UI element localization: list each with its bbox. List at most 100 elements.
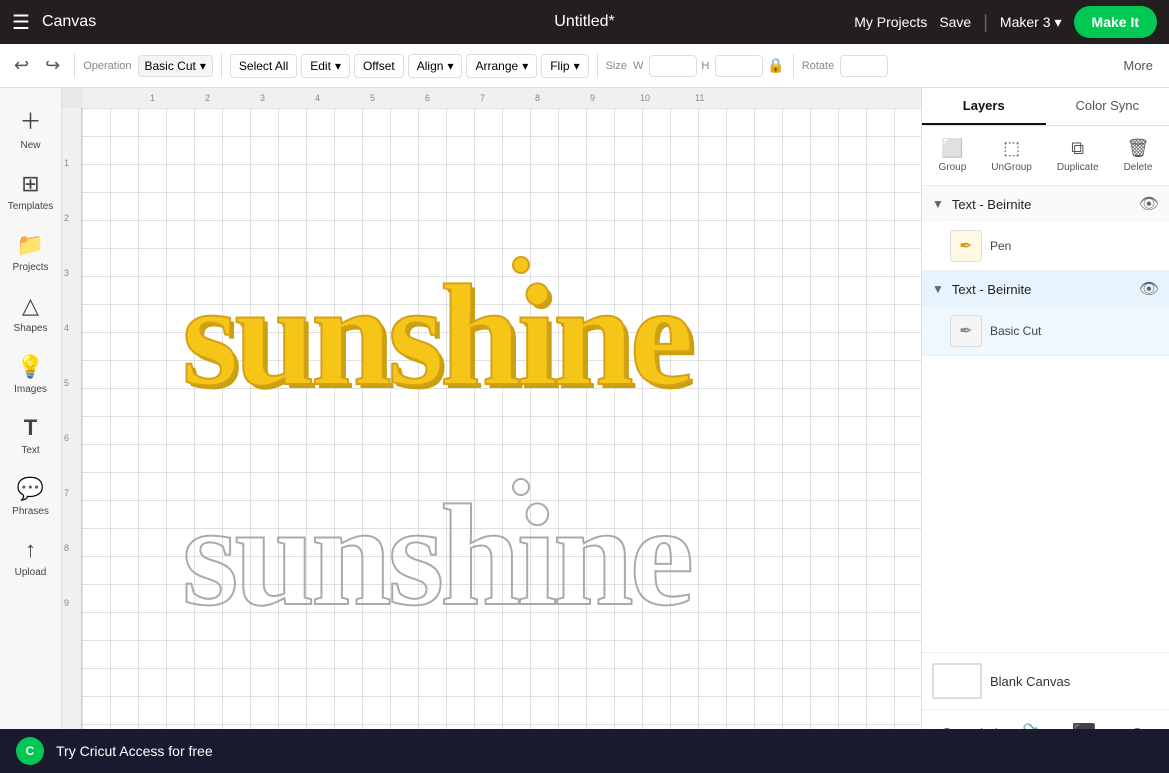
app-title: Canvas [42, 13, 96, 31]
operation-select[interactable]: Basic Cut ▾ [138, 55, 213, 77]
ruler-left-num-9: 9 [64, 598, 69, 608]
canvas-area[interactable]: 1 2 3 4 5 6 7 8 9 10 11 1 2 3 4 5 6 7 8 … [62, 88, 921, 773]
blank-canvas-thumb [932, 663, 982, 699]
arrange-button[interactable]: Arrange ▾ [466, 54, 537, 78]
select-all-label: Select All [239, 59, 288, 73]
top-bar: ☰ Canvas Untitled* My Projects Save | Ma… [0, 0, 1169, 44]
sidebar-item-images[interactable]: 💡 Images [3, 346, 59, 403]
sidebar-item-new[interactable]: ＋ New [3, 96, 59, 159]
lock-icon[interactable]: 🔒 [767, 57, 784, 74]
flip-chevron-icon: ▾ [574, 59, 580, 73]
sunshine-yellow-dot [512, 256, 530, 274]
more-button[interactable]: More [1115, 54, 1161, 77]
group-button[interactable]: ⬜ Group [931, 134, 975, 177]
machine-selector[interactable]: Maker 3 ▾ [1000, 14, 1062, 31]
layer-item-pen[interactable]: ✒ Pen [922, 222, 1169, 270]
sidebar-item-templates-label: Templates [8, 201, 54, 212]
layer-group-1-title: Text - Beirnite [952, 197, 1131, 212]
ruler-top: 1 2 3 4 5 6 7 8 9 10 11 [82, 88, 921, 108]
ruler-left-num-1: 1 [64, 158, 69, 168]
toolbar-divider-2 [221, 54, 222, 78]
layer-group-2-header[interactable]: ▼ Text - Beirnite 👁 [922, 271, 1169, 307]
main-layout: ＋ New ⊞ Templates 📁 Projects △ Shapes 💡 … [0, 88, 1169, 773]
operation-label: Operation [83, 60, 131, 72]
shapes-icon: △ [22, 293, 39, 319]
height-label: H [701, 60, 709, 72]
offset-label: Offset [363, 59, 395, 73]
ruler-left-num-4: 4 [64, 323, 69, 333]
make-it-button[interactable]: Make It [1074, 6, 1157, 38]
undo-button[interactable]: ↩ [8, 51, 35, 80]
save-link[interactable]: Save [939, 14, 971, 30]
right-panel: Layers Color Sync ⬜ Group ⬚ UnGroup ⧉ Du… [921, 88, 1169, 773]
cricut-banner[interactable]: C Try Cricut Access for free [0, 729, 1169, 773]
sidebar-item-projects[interactable]: 📁 Projects [3, 224, 59, 281]
redo-button[interactable]: ↪ [39, 51, 66, 80]
text-icon: T [24, 415, 37, 441]
top-bar-right: My Projects Save | Maker 3 ▾ Make It [854, 6, 1157, 38]
layer-group-2: ▼ Text - Beirnite 👁 ✒ Basic Cut [922, 271, 1169, 356]
phrases-icon: 💬 [17, 476, 44, 502]
ruler-num-1: 1 [150, 93, 155, 103]
templates-icon: ⊞ [21, 171, 39, 197]
width-label: W [633, 60, 643, 72]
sidebar-item-text[interactable]: T Text [3, 407, 59, 464]
duplicate-label: Duplicate [1057, 162, 1099, 173]
width-input[interactable] [649, 55, 697, 77]
offset-button[interactable]: Offset [354, 54, 404, 78]
align-label: Align [417, 59, 444, 73]
operation-chevron-icon: ▾ [200, 59, 206, 73]
ruler-left-num-2: 2 [64, 213, 69, 223]
ruler-num-10: 10 [640, 93, 650, 103]
panel-tabs: Layers Color Sync [922, 88, 1169, 126]
delete-button[interactable]: 🗑 Delete [1116, 134, 1161, 177]
sunshine-outline-dot [512, 478, 530, 496]
tab-layers[interactable]: Layers [922, 88, 1046, 125]
sidebar-item-templates[interactable]: ⊞ Templates [3, 163, 59, 220]
ruler-num-11: 11 [695, 93, 704, 103]
layer-group-1: ▼ Text - Beirnite 👁 ✒ Pen [922, 186, 1169, 271]
edit-button[interactable]: Edit ▾ [301, 54, 350, 78]
ruler-left: 1 2 3 4 5 6 7 8 9 [62, 108, 82, 773]
delete-label: Delete [1124, 162, 1153, 173]
blank-canvas-label: Blank Canvas [990, 674, 1070, 689]
tab-color-sync[interactable]: Color Sync [1046, 88, 1169, 125]
layers-content: ▼ Text - Beirnite 👁 ✒ Pen ▼ Text - Beirn… [922, 186, 1169, 652]
edit-chevron-icon: ▾ [335, 59, 341, 73]
select-all-button[interactable]: Select All [230, 54, 297, 78]
toolbar-divider-4 [793, 54, 794, 78]
ungroup-button[interactable]: ⬚ UnGroup [983, 134, 1040, 177]
sidebar-item-upload[interactable]: ↑ Upload [3, 529, 59, 586]
ruler-left-num-5: 5 [64, 378, 69, 388]
layer-group-1-header[interactable]: ▼ Text - Beirnite 👁 [922, 186, 1169, 222]
rotate-input[interactable] [840, 55, 888, 77]
layer-item-basic-cut[interactable]: ✒ Basic Cut [922, 307, 1169, 355]
duplicate-icon: ⧉ [1071, 138, 1084, 159]
document-title[interactable]: Untitled* [554, 13, 614, 31]
sidebar-item-phrases[interactable]: 💬 Phrases [3, 468, 59, 525]
my-projects-link[interactable]: My Projects [854, 14, 927, 30]
ruler-num-6: 6 [425, 93, 430, 103]
menu-icon[interactable]: ☰ [12, 10, 30, 35]
height-input[interactable] [715, 55, 763, 77]
projects-icon: 📁 [17, 232, 44, 258]
toolbar-divider-3 [597, 54, 598, 78]
flip-button[interactable]: Flip ▾ [541, 54, 588, 78]
sunshine-yellow-text: sunshine [182, 253, 690, 419]
layer-item-basic-cut-name: Basic Cut [990, 324, 1159, 338]
sidebar-item-projects-label: Projects [12, 262, 48, 273]
duplicate-button[interactable]: ⧉ Duplicate [1049, 134, 1107, 177]
layer-item-pen-thumb: ✒ [950, 230, 982, 262]
arrange-chevron-icon: ▾ [522, 59, 528, 73]
separator: | [983, 12, 988, 33]
sidebar-item-shapes[interactable]: △ Shapes [3, 285, 59, 342]
ruler-left-num-8: 8 [64, 543, 69, 553]
group-icon: ⬜ [941, 138, 963, 159]
layer-group-2-visibility[interactable]: 👁 [1139, 279, 1159, 299]
layer-group-1-visibility[interactable]: 👁 [1139, 194, 1159, 214]
new-icon: ＋ [19, 104, 41, 136]
edit-label: Edit [310, 59, 331, 73]
size-label: Size [606, 60, 627, 72]
sidebar-item-phrases-label: Phrases [12, 506, 49, 517]
align-button[interactable]: Align ▾ [408, 54, 463, 78]
